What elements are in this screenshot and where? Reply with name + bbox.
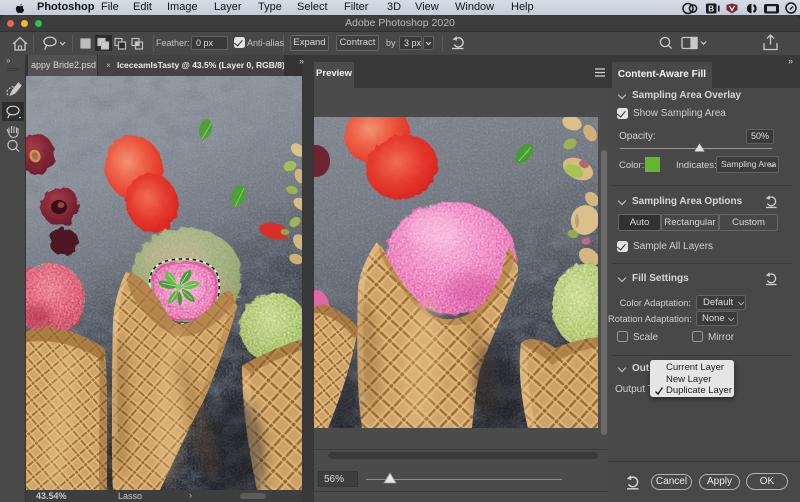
svg-text:»: » — [6, 56, 11, 65]
svg-text:B: B — [708, 4, 714, 13]
